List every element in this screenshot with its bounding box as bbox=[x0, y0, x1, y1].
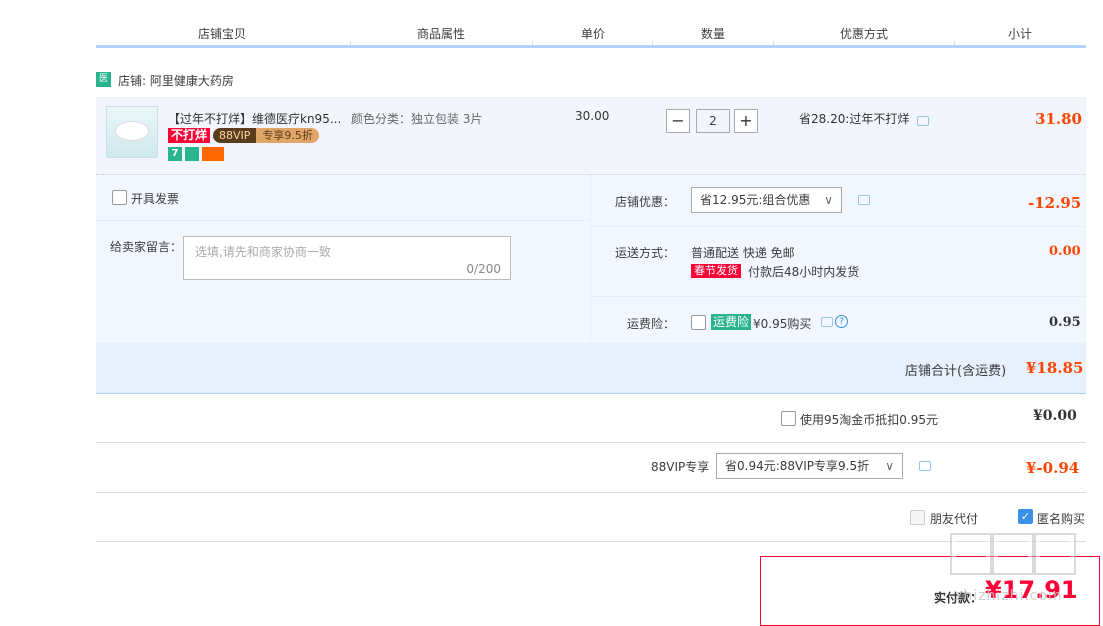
col-shop-item: 店铺宝贝 bbox=[198, 27, 247, 41]
col-unit-price: 单价 bbox=[581, 27, 606, 41]
insurance-price: ¥0.95购买 bbox=[753, 317, 812, 331]
vip-chat-icon[interactable] bbox=[919, 461, 931, 471]
shop-discount-value: 省12.95元:组合优惠 bbox=[700, 193, 811, 207]
vip-discount-amount: ¥-0.94 bbox=[1026, 459, 1080, 477]
cart-table-header: 店铺宝贝 商品属性 单价 数量 优惠方式 小计 bbox=[96, 25, 1086, 48]
pharmacy-icon: 医 bbox=[96, 72, 111, 87]
col-subtotal: 小计 bbox=[1008, 27, 1033, 41]
shop-total-amount: ¥18.85 bbox=[1026, 359, 1084, 377]
shop-discount-select[interactable]: 省12.95元:组合优惠 ∨ bbox=[691, 187, 842, 213]
vip-discount-select[interactable]: 省0.94元:88VIP专享9.5折 ∨ bbox=[716, 453, 903, 479]
shipping-note: 付款后48小时内发货 bbox=[748, 265, 860, 279]
col-discount: 优惠方式 bbox=[840, 27, 889, 41]
coins-amount: ¥0.00 bbox=[1033, 408, 1077, 424]
item-discount-text: 省28.20:过年不打烊 bbox=[799, 112, 910, 126]
chevron-down-icon: ∨ bbox=[824, 193, 833, 207]
item-badges: 不打烊 88VIP 专享9.5折 bbox=[168, 128, 319, 143]
card-pay-icon bbox=[202, 147, 224, 161]
invoice-label: 开具发票 bbox=[131, 192, 180, 206]
watermark-text: zhizhizhi.com bbox=[955, 588, 1063, 604]
discount-chat-icon[interactable] bbox=[858, 195, 870, 205]
spring-festival-tag: 春节发货 bbox=[691, 264, 741, 278]
col-attributes: 商品属性 bbox=[417, 27, 466, 41]
item-attribute: 颜色分类：独立包装 3片 bbox=[351, 112, 483, 126]
chevron-down-icon: ∨ bbox=[885, 459, 894, 473]
quantity-decrease-button[interactable]: − bbox=[666, 109, 690, 133]
vip-discount-value: 省0.94元:88VIP专享9.5折 bbox=[725, 459, 870, 473]
shop-name[interactable]: 阿里健康大药房 bbox=[150, 74, 234, 88]
vip-label: 88VIP专享 bbox=[651, 460, 710, 474]
badge-vip-discount: 专享9.5折 bbox=[256, 128, 319, 143]
anonymous-label: 匿名购买 bbox=[1037, 512, 1086, 526]
friend-pay-label: 朋友代付 bbox=[930, 512, 979, 526]
shop-discount-label: 店铺优惠： bbox=[615, 195, 676, 209]
discount-info-icon[interactable] bbox=[917, 116, 929, 126]
shipping-amount: 0.00 bbox=[1049, 244, 1081, 259]
badge-88vip: 88VIP bbox=[213, 128, 257, 143]
insurance-label: 运费险： bbox=[627, 317, 676, 331]
shop-label: 店铺: bbox=[118, 74, 147, 88]
message-placeholder: 选填,请先和商家协商一致 bbox=[195, 245, 331, 259]
mask-image-icon bbox=[115, 121, 149, 141]
insurance-chat-icon[interactable] bbox=[821, 317, 833, 327]
anonymous-checkbox[interactable]: ✓ bbox=[1018, 509, 1033, 524]
shipping-method: 普通配送 快递 免邮 bbox=[691, 246, 795, 260]
insurance-checkbox[interactable] bbox=[691, 315, 706, 330]
message-label: 给卖家留言： bbox=[110, 240, 183, 254]
insurance-tag: 运费险 bbox=[711, 314, 752, 330]
item-title[interactable]: 【过年不打烊】维德医疗kn95... bbox=[168, 110, 341, 127]
seller-message-textarea[interactable]: 选填,请先和商家协商一致 0/200 bbox=[183, 236, 511, 280]
badge-not-closed: 不打烊 bbox=[168, 128, 211, 143]
invoice-checkbox[interactable] bbox=[112, 190, 127, 205]
product-thumbnail[interactable] bbox=[106, 106, 158, 158]
shop-discount-amount: -12.95 bbox=[1028, 194, 1082, 212]
watermark-logo bbox=[950, 533, 1092, 585]
coins-checkbox[interactable] bbox=[781, 411, 796, 426]
coins-label: 使用95淘金币抵扣0.95元 bbox=[800, 413, 938, 427]
shop-name-row[interactable]: 店铺: 阿里健康大药房 bbox=[118, 72, 234, 89]
shipping-label: 运送方式： bbox=[615, 246, 676, 260]
shop-total-label: 店铺合计(含运费) bbox=[905, 364, 1007, 379]
guarantee-icon bbox=[185, 147, 199, 161]
service-icons: 7 bbox=[168, 147, 224, 161]
col-quantity: 数量 bbox=[701, 27, 726, 41]
insurance-amount: 0.95 bbox=[1049, 315, 1081, 330]
item-unit-price: 30.00 bbox=[575, 109, 610, 123]
quantity-increase-button[interactable]: + bbox=[734, 109, 758, 133]
help-icon[interactable]: ? bbox=[835, 315, 848, 328]
item-subtotal: 31.80 bbox=[1035, 110, 1082, 128]
message-counter: 0/200 bbox=[466, 262, 501, 276]
friend-pay-checkbox[interactable] bbox=[910, 510, 925, 525]
quantity-input[interactable]: 2 bbox=[696, 109, 730, 133]
seven-day-return-icon: 7 bbox=[168, 147, 182, 161]
